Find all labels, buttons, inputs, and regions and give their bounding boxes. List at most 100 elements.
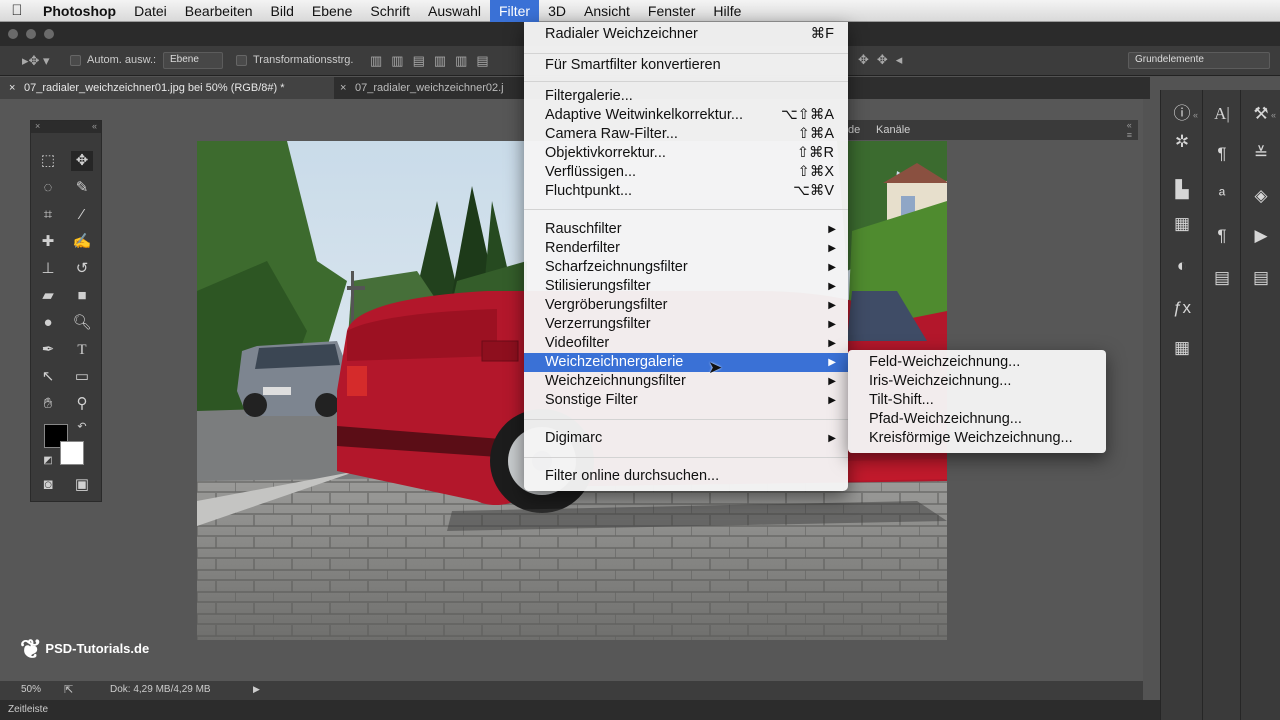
menu-item-browse-online[interactable]: Filter online durchsuchen... <box>524 467 848 486</box>
menu-item-blur[interactable]: Weichzeichnungsfilter ▶ <box>524 372 848 391</box>
auto-select-dropdown[interactable]: Ebene <box>163 52 223 69</box>
character-icon[interactable]: A| <box>1210 102 1234 126</box>
paragraph-styles-icon[interactable]: ¶ <box>1210 224 1234 248</box>
tab-layers-partial[interactable]: de <box>848 124 860 136</box>
menu-item-other[interactable]: Sonstige Filter ▶ <box>524 391 848 410</box>
actions-play-icon[interactable]: ▶ <box>1249 224 1273 248</box>
status-menu-arrow-icon[interactable]: ▶ <box>253 684 260 695</box>
blur-tool-icon[interactable]: ● <box>37 313 59 333</box>
menu-datei[interactable]: Datei <box>125 0 176 22</box>
stamp-tool-icon[interactable]: ⊥ <box>37 259 59 279</box>
collapse-panel-icon[interactable]: « <box>92 121 97 131</box>
workspace-dropdown[interactable]: Grundelemente <box>1128 52 1270 69</box>
info-icon[interactable]: ⓘ <box>1170 102 1194 126</box>
character-styles-icon[interactable]: ª <box>1210 184 1234 208</box>
menu-item-noise[interactable]: Rauschfilter ▶ <box>524 220 848 239</box>
swap-colors-icon[interactable]: ↶ <box>71 417 93 437</box>
submenu-item-tilt-shift[interactable]: Tilt-Shift... <box>848 391 1106 410</box>
zoom-window-button[interactable] <box>44 29 54 39</box>
submenu-item-iris-blur[interactable]: Iris-Weichzeichnung... <box>848 372 1106 391</box>
move-tool-preset-icon[interactable]: ▸✥ ▾ <box>22 54 50 67</box>
adjustments-icon[interactable]: ◐ <box>1170 254 1194 278</box>
menu-ansicht[interactable]: Ansicht <box>575 0 639 22</box>
menu-item-render[interactable]: Renderfilter ▶ <box>524 239 848 258</box>
lasso-tool-icon[interactable]: ◌ <box>37 178 59 198</box>
clone-source-icon[interactable]: ◈ <box>1249 184 1273 208</box>
gradient-tool-icon[interactable]: ■ <box>71 286 93 306</box>
menu-item-adaptive-wide-angle[interactable]: Adaptive Weitwinkelkorrektur... ⌥⇧⌘A <box>524 106 848 125</box>
quick-mask-icon[interactable]: ◙ <box>37 475 59 495</box>
menu-item-video[interactable]: Videofilter ▶ <box>524 334 848 353</box>
menu-item-sharpen[interactable]: Scharfzeichnungsfilter ▶ <box>524 258 848 277</box>
close-tab-icon[interactable]: × <box>9 77 15 99</box>
histogram-icon[interactable]: ▙ <box>1170 178 1194 202</box>
healing-brush-icon[interactable]: ✚ <box>37 232 59 252</box>
menu-auswahl[interactable]: Auswahl <box>419 0 490 22</box>
menu-photoshop[interactable]: Photoshop <box>34 0 125 22</box>
eyedropper-icon[interactable]: ⁄ <box>71 205 93 225</box>
brush-tool-icon[interactable]: ✍ <box>71 232 93 252</box>
history-brush-icon[interactable]: ↺ <box>71 259 93 279</box>
tab-document-1[interactable]: × 07_radialer_weichzeichner01.jpg bei 50… <box>0 77 334 99</box>
zoom-tool-icon[interactable]: ⚲ <box>71 394 93 414</box>
auto-select-checkbox[interactable] <box>70 55 81 66</box>
close-window-button[interactable] <box>8 29 18 39</box>
tab-document-2[interactable]: × 07_radialer_weichzeichner02.j <box>334 77 530 99</box>
menu-filter[interactable]: Filter <box>489 0 540 22</box>
menu-hilfe[interactable]: Hilfe <box>704 0 750 22</box>
marquee-tool-icon[interactable]: ⬚ <box>37 151 59 171</box>
background-color-swatch[interactable] <box>60 441 84 465</box>
notes-icon[interactable]: ▤ <box>1210 266 1234 290</box>
move-tool-icon[interactable]: ✥ <box>71 151 93 171</box>
properties-icon[interactable]: ▤ <box>1249 266 1273 290</box>
tab-channels[interactable]: Kanäle <box>876 124 910 136</box>
zoom-level[interactable]: 50% <box>21 684 41 695</box>
paragraph-icon[interactable]: ¶ <box>1210 142 1234 166</box>
close-panel-icon[interactable]: × <box>35 121 40 131</box>
swatches-icon[interactable]: ▦ <box>1170 212 1194 236</box>
menu-item-blur-gallery[interactable]: Weichzeichnergalerie ▶ <box>524 353 848 372</box>
align-icons[interactable]: ▥▥▤▥▥▤ <box>370 54 498 67</box>
type-tool-icon[interactable]: T <box>71 340 93 360</box>
transform-controls-checkbox[interactable] <box>236 55 247 66</box>
tool-presets-icon[interactable]: ⚒ <box>1249 102 1273 126</box>
rectangle-tool-icon[interactable]: ▭ <box>71 367 93 387</box>
apple-icon[interactable]:  <box>0 2 34 19</box>
menu-schrift[interactable]: Schrift <box>361 0 419 22</box>
menu-ebene[interactable]: Ebene <box>303 0 361 22</box>
menu-bearbeiten[interactable]: Bearbeiten <box>176 0 262 22</box>
menu-3d[interactable]: 3D <box>539 0 575 22</box>
menu-item-camera-raw[interactable]: Camera Raw-Filter... ⇧⌘A <box>524 125 848 144</box>
eraser-tool-icon[interactable]: ▰ <box>37 286 59 306</box>
menu-fenster[interactable]: Fenster <box>639 0 704 22</box>
hand-tool-icon[interactable]: ✋︎ <box>37 394 59 414</box>
menu-item-pixelate[interactable]: Vergröberungsfilter ▶ <box>524 296 848 315</box>
minimize-window-button[interactable] <box>26 29 36 39</box>
quick-selection-icon[interactable]: ✎ <box>71 178 93 198</box>
brush-settings-icon[interactable]: ≚ <box>1249 142 1273 166</box>
menu-bild[interactable]: Bild <box>262 0 303 22</box>
path-selection-icon[interactable]: ↖ <box>37 367 59 387</box>
menu-item-distort[interactable]: Verzerrungsfilter ▶ <box>524 315 848 334</box>
styles-icon[interactable]: ƒx <box>1170 296 1194 320</box>
screen-mode-icon[interactable]: ▣ <box>71 475 93 495</box>
crop-tool-icon[interactable]: ⌗ <box>37 205 59 225</box>
menu-item-filtergalerie[interactable]: Filtergalerie... <box>524 87 848 106</box>
submenu-item-spin-blur[interactable]: Kreisförmige Weichzeichnung... <box>848 429 1106 448</box>
submenu-item-path-blur[interactable]: Pfad-Weichzeichnung... <box>848 410 1106 429</box>
navigator-icon[interactable]: ✲ <box>1170 130 1194 154</box>
menu-item-stylize[interactable]: Stilisierungsfilter ▶ <box>524 277 848 296</box>
menu-item-last-filter[interactable]: Radialer Weichzeichner ⌘F <box>524 25 848 44</box>
submenu-item-field-blur[interactable]: Feld-Weichzeichnung... <box>848 353 1106 372</box>
menu-item-digimarc[interactable]: Digimarc ▶ <box>524 429 848 448</box>
menu-item-liquify[interactable]: Verflüssigen... ⇧⌘X <box>524 163 848 182</box>
panel-menu-icon[interactable]: «≡ <box>1127 120 1132 140</box>
dodge-tool-icon[interactable]: 🔍︎ <box>71 313 93 333</box>
pen-tool-icon[interactable]: ✒ <box>37 340 59 360</box>
export-icon[interactable]: ⇱ <box>64 683 73 696</box>
menu-item-smart-filter[interactable]: Für Smartfilter konvertieren <box>524 56 848 75</box>
menu-item-lens-correction[interactable]: Objektivkorrektur... ⇧⌘R <box>524 144 848 163</box>
3d-mode-icons[interactable]: ✥✥◂ <box>858 53 910 66</box>
grid-icon[interactable]: ▦ <box>1170 336 1194 360</box>
timeline-label[interactable]: Zeitleiste <box>8 704 48 715</box>
